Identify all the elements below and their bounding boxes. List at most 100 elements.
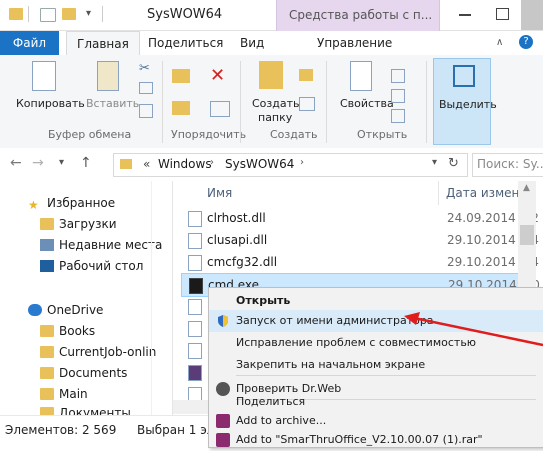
minimize-icon[interactable] [459, 14, 471, 16]
copy-to-icon[interactable] [172, 101, 190, 115]
tab-home[interactable]: Главная [66, 31, 140, 56]
paste-button[interactable]: Вставить [86, 97, 139, 110]
breadcrumb-syswow64[interactable]: SysWOW64 [225, 157, 294, 171]
scrollbar-thumb[interactable] [520, 225, 534, 245]
nav-item-recent[interactable]: Недавние места [40, 235, 162, 255]
help-icon[interactable]: ? [519, 35, 533, 49]
new-folder-button-line2[interactable]: папку [258, 111, 292, 124]
breadcrumb-overflow[interactable]: « [143, 157, 150, 171]
easy-access-icon[interactable] [299, 97, 315, 111]
rename-icon[interactable] [210, 101, 230, 117]
menu-item-label: Add to "SmarThruOffice_V2.10.00.07 (1).r… [236, 433, 483, 446]
cut-icon[interactable]: ✂ [139, 61, 150, 76]
table-row[interactable]: cmcfg32.dll 29.10.2014 2:4 [181, 251, 539, 273]
recent-locations-icon[interactable]: ▾ [59, 157, 64, 168]
window-title: SysWOW64 [147, 7, 223, 22]
copy-path-icon[interactable] [139, 82, 153, 94]
table-row[interactable]: clrhost.dll 24.09.2014 9:2 [181, 207, 539, 229]
cloud-icon [28, 304, 42, 316]
folder-icon [120, 159, 132, 169]
nav-item-favorites[interactable]: ★ Избранное [28, 193, 115, 213]
select-icon [453, 65, 475, 87]
title-bar: ▾ SysWOW64 Средства работы с п... [0, 0, 543, 36]
scroll-up-icon[interactable]: ▲ [523, 183, 530, 193]
menu-item-label: Открыть [236, 294, 291, 307]
nav-item-label: Загрузки [59, 217, 117, 231]
up-icon[interactable]: ↑ [80, 155, 92, 171]
nav-item-label: Books [59, 324, 96, 338]
new-folder-icon[interactable] [259, 61, 283, 89]
dll-file-icon [188, 233, 202, 249]
history-icon[interactable] [391, 109, 405, 123]
nav-item-currentjob[interactable]: CurrentJob-onlin [40, 342, 156, 362]
divider [240, 61, 241, 143]
table-row[interactable]: clusapi.dll 29.10.2014 2:4 [181, 229, 539, 251]
nav-item-label: Документы [59, 406, 131, 415]
column-name[interactable]: Имя [207, 186, 232, 200]
open-icon[interactable] [391, 69, 405, 83]
select-button[interactable]: Выделить [433, 58, 497, 145]
folder-icon [40, 325, 54, 337]
breadcrumb-windows[interactable]: Windows [158, 157, 212, 171]
paste-shortcut-icon[interactable] [139, 104, 153, 118]
properties-button[interactable]: Свойства [340, 97, 394, 110]
menu-item-add-rar[interactable]: Add to "SmarThruOffice_V2.10.00.07 (1).r… [209, 429, 543, 451]
tab-view[interactable]: Вид [240, 31, 264, 55]
nav-item-downloads[interactable]: Загрузки [40, 214, 117, 234]
close-button[interactable] [521, 0, 543, 30]
file-icon[interactable] [188, 299, 202, 315]
folder-icon [40, 388, 54, 400]
nav-item-books[interactable]: Books [40, 321, 95, 341]
divider [162, 61, 163, 143]
nav-item-desktop[interactable]: Рабочий стол [40, 256, 143, 276]
tab-file[interactable]: Файл [0, 31, 59, 55]
file-icon[interactable] [188, 343, 202, 359]
nav-item-label: Недавние места [59, 238, 163, 252]
chevron-up-icon[interactable]: ∧ [496, 37, 503, 48]
divider [426, 61, 427, 143]
chevron-down-icon[interactable]: ▾ [432, 157, 437, 168]
delete-icon[interactable]: ✕ [210, 65, 225, 86]
chevron-down-icon[interactable]: ▾ [86, 8, 91, 19]
file-name: clusapi.dll [207, 233, 268, 247]
group-open-label: Открыть [357, 128, 408, 141]
file-icon[interactable] [188, 321, 202, 337]
nav-item-main[interactable]: Main [40, 384, 88, 404]
nav-item-documents[interactable]: Documents [40, 363, 127, 383]
menu-item-label: Поделиться [236, 395, 306, 408]
group-organize-label: Упорядочить [171, 128, 247, 141]
maximize-icon[interactable] [496, 8, 509, 20]
properties-icon[interactable] [40, 8, 56, 22]
edit-icon[interactable] [391, 89, 405, 103]
search-input[interactable]: Поиск: Sy... [472, 153, 543, 177]
refresh-icon[interactable]: ↻ [448, 156, 459, 171]
new-folder-icon[interactable] [62, 8, 76, 20]
file-name: clrhost.dll [207, 211, 266, 225]
paste-icon[interactable] [97, 61, 119, 91]
nav-item-label: Documents [59, 366, 128, 380]
dll-file-icon [188, 255, 202, 271]
move-to-icon[interactable] [172, 69, 190, 83]
file-icon[interactable] [188, 365, 202, 381]
group-create-label: Создать [270, 128, 318, 141]
new-item-icon[interactable] [299, 69, 313, 81]
properties-icon[interactable] [350, 61, 372, 91]
chevron-right-icon[interactable]: › [210, 157, 214, 168]
new-folder-button-line1[interactable]: Создать [252, 97, 300, 110]
nav-item-docs-ru[interactable]: Документы [40, 403, 131, 415]
address-bar[interactable]: « Windows › SysWOW64 › ▾ ↻ [113, 153, 468, 177]
desktop-icon [40, 260, 54, 272]
menu-item-label: Закрепить на начальном экране [236, 358, 426, 371]
file-icon[interactable] [188, 387, 202, 401]
tab-manage[interactable]: Управление [317, 31, 392, 55]
back-icon[interactable]: ← [10, 155, 22, 171]
menu-item-pin-start[interactable]: Закрепить на начальном экране [209, 354, 543, 376]
tab-share[interactable]: Поделиться [148, 31, 223, 55]
forward-icon[interactable]: → [32, 155, 44, 171]
horizontal-scrollbar[interactable] [173, 400, 211, 414]
copy-icon[interactable] [32, 61, 56, 91]
copy-button[interactable]: Копировать [16, 97, 85, 110]
chevron-right-icon[interactable]: › [300, 157, 304, 168]
file-name: cmcfg32.dll [207, 255, 278, 269]
nav-item-onedrive[interactable]: OneDrive [28, 300, 103, 320]
